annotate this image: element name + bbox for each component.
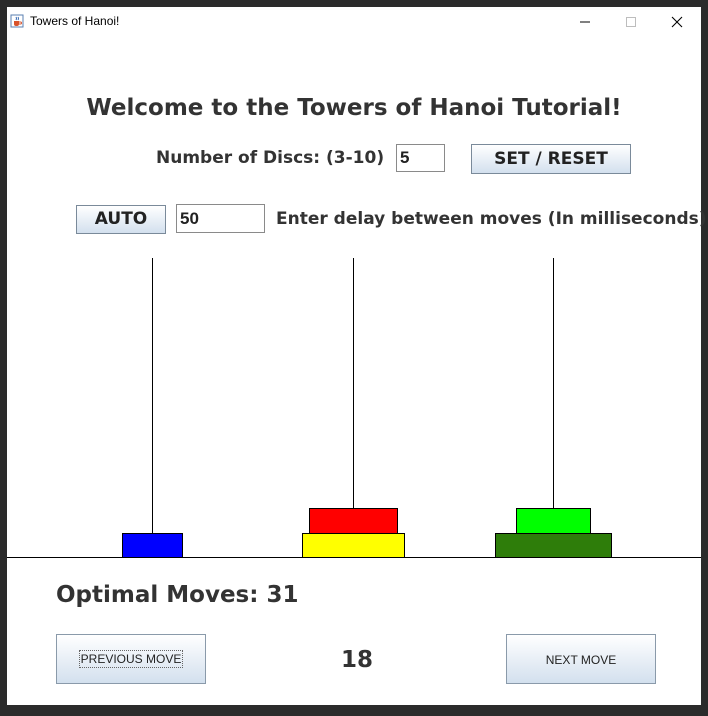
page-title: Welcome to the Towers of Hanoi Tutorial! [86, 95, 622, 121]
minimize-icon [580, 21, 590, 22]
disc-dark-green [495, 533, 612, 558]
maximize-icon [626, 16, 636, 27]
app-window: Towers of Hanoi! Welcome to the Towers o… [7, 7, 707, 705]
close-button[interactable] [654, 7, 700, 36]
move-counter: 18 [340, 647, 373, 673]
auto-button[interactable]: AUTO [76, 205, 166, 234]
peg-left [152, 258, 153, 558]
tower-base-line [7, 557, 701, 558]
java-cup-icon [10, 13, 24, 28]
disc-blue [122, 533, 183, 558]
set-reset-button[interactable]: SET / RESET [471, 144, 631, 174]
disc-lime [516, 508, 591, 534]
disc-count-input[interactable] [396, 144, 445, 172]
previous-move-label: PREVIOUS MOVE [78, 650, 184, 668]
next-move-button[interactable]: NEXT MOVE [506, 634, 656, 684]
delay-input[interactable] [176, 204, 265, 233]
delay-label: Enter delay between moves (In millisecon… [276, 209, 707, 229]
next-move-label: NEXT MOVE [545, 653, 617, 667]
previous-move-button[interactable]: PREVIOUS MOVE [56, 634, 206, 684]
disc-count-label: Number of Discs: (3-10) [156, 148, 385, 168]
disc-yellow [302, 533, 405, 558]
maximize-button[interactable] [608, 7, 654, 36]
minimize-button[interactable] [562, 7, 608, 36]
disc-red [309, 508, 398, 534]
close-icon [671, 16, 683, 27]
window-title: Towers of Hanoi! [30, 14, 120, 28]
optimal-moves-label: Optimal Moves: 31 [56, 582, 299, 608]
title-bar: Towers of Hanoi! [7, 7, 701, 36]
